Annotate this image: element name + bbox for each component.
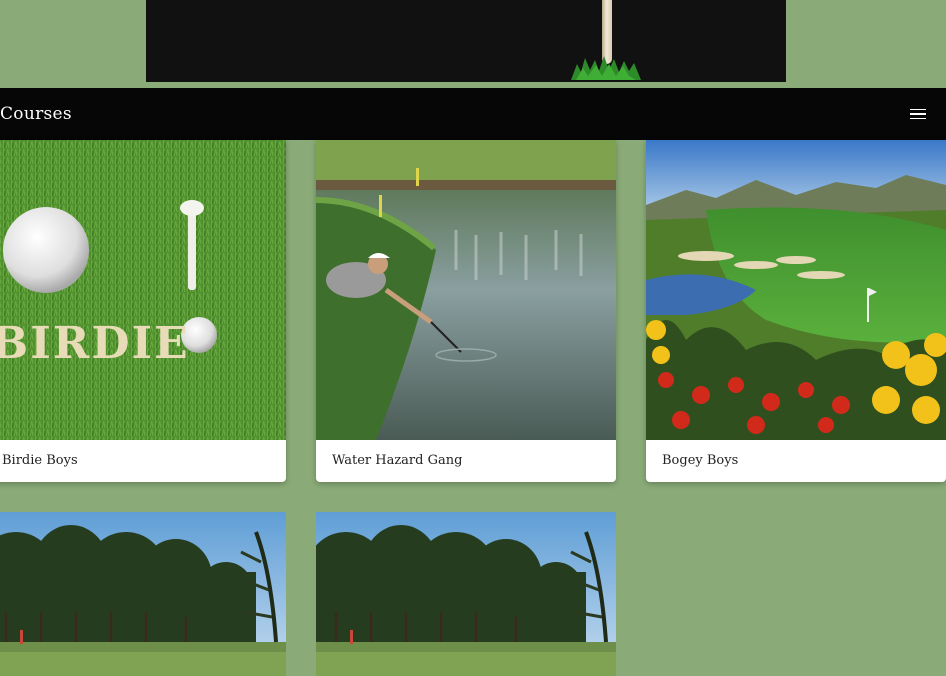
- hamburger-menu-icon: [910, 108, 926, 111]
- page-title: Courses: [0, 104, 72, 124]
- course-card[interactable]: BIRDIE Birdie Boys: [0, 140, 286, 482]
- course-card[interactable]: Water Hazard Gang: [316, 140, 616, 482]
- grass-graphic: [571, 56, 641, 80]
- course-card-image-fairway[interactable]: [316, 512, 616, 676]
- card-title: Birdie Boys: [2, 453, 78, 468]
- course-card[interactable]: Bogey Boys: [646, 140, 946, 482]
- top-navbar: Courses: [0, 88, 946, 140]
- course-card-image-fairway[interactable]: [0, 512, 286, 676]
- hamburger-menu-button[interactable]: [910, 105, 930, 123]
- banner-image: [146, 0, 786, 82]
- card-image-birdie: BIRDIE: [0, 140, 286, 440]
- card-image-water-hazard: [316, 140, 616, 440]
- card-image-bogey: [646, 140, 946, 440]
- page: Courses BIRDIE Birdie Boys Water Hazard …: [0, 0, 946, 676]
- svg-text:BIRDIE: BIRDIE: [0, 318, 190, 369]
- card-title: Bogey Boys: [662, 453, 739, 468]
- card-title: Water Hazard Gang: [332, 453, 463, 468]
